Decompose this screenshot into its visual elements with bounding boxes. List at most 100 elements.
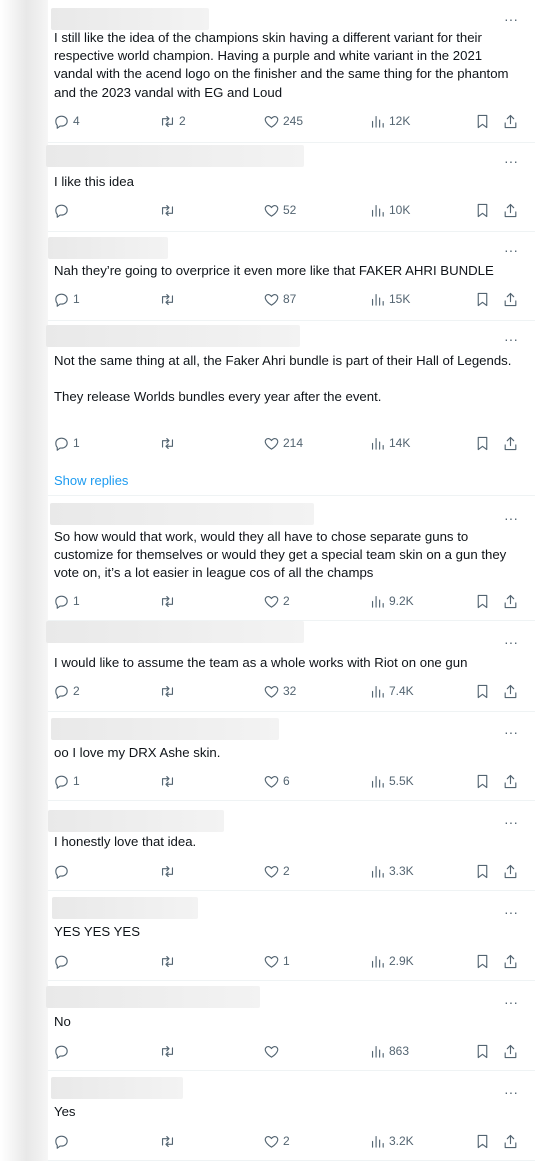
- post[interactable]: ··· Yes 2 3.2K: [48, 1070, 535, 1161]
- post-text: Not the same thing at all, the Faker Ahr…: [54, 353, 512, 405]
- reply-button[interactable]: [53, 200, 73, 220]
- more-options-button[interactable]: ···: [504, 905, 518, 919]
- repost-button[interactable]: [159, 681, 179, 701]
- share-button[interactable]: [502, 289, 519, 309]
- views-button[interactable]: 2.9K: [369, 951, 414, 971]
- post[interactable]: ··· oo I love my DRX Ashe skin. 1 6 5.5K: [48, 711, 535, 801]
- more-options-button[interactable]: ···: [504, 511, 518, 525]
- share-button[interactable]: [502, 861, 519, 881]
- share-button[interactable]: [502, 951, 519, 971]
- like-button[interactable]: 2: [263, 861, 290, 881]
- bookmark-button[interactable]: [474, 951, 491, 971]
- bookmark-button[interactable]: [474, 681, 491, 701]
- reply-button[interactable]: [53, 951, 73, 971]
- author-name-blurred: [48, 810, 224, 832]
- bookmark-button[interactable]: [474, 1131, 491, 1151]
- share-button[interactable]: [502, 1131, 519, 1151]
- bookmark-button[interactable]: [474, 200, 491, 220]
- repost-button[interactable]: [159, 951, 179, 971]
- more-options-button[interactable]: ···: [504, 635, 518, 649]
- post[interactable]: ··· So how would that work, would they a…: [48, 495, 535, 621]
- repost-button[interactable]: [159, 1041, 179, 1061]
- repost-button[interactable]: [159, 1131, 179, 1151]
- share-button[interactable]: [502, 771, 519, 791]
- views-button[interactable]: 15K: [369, 289, 410, 309]
- post-text: So how would that work, would they all h…: [54, 529, 510, 581]
- post[interactable]: ··· I honestly love that idea. 2 3.3K: [48, 800, 535, 891]
- reply-icon: [55, 865, 68, 879]
- views-button[interactable]: 863: [369, 1041, 409, 1061]
- repost-button[interactable]: [159, 591, 179, 611]
- views-button[interactable]: 3.3K: [369, 861, 414, 881]
- repost-button[interactable]: [159, 433, 179, 453]
- post[interactable]: ··· I would like to assume the team as a…: [46, 620, 535, 712]
- share-button[interactable]: [502, 111, 519, 131]
- post-actions: 1 87 15K: [48, 289, 535, 309]
- repost-button[interactable]: [159, 771, 179, 791]
- bookmark-icon: [477, 864, 488, 878]
- more-options-button[interactable]: ···: [504, 243, 518, 257]
- like-button[interactable]: 214: [263, 433, 303, 453]
- like-button[interactable]: 6: [263, 771, 290, 791]
- more-options-button[interactable]: ···: [504, 154, 518, 168]
- more-options-button[interactable]: ···: [504, 725, 518, 739]
- reply-button[interactable]: 1: [53, 433, 80, 453]
- share-icon: [504, 774, 517, 788]
- bookmark-button[interactable]: [474, 591, 491, 611]
- bookmark-button[interactable]: [474, 771, 491, 791]
- view-count: 5.5K: [389, 774, 414, 788]
- views-button[interactable]: 12K: [369, 111, 410, 131]
- share-button[interactable]: [502, 591, 519, 611]
- reply-button[interactable]: 1: [53, 289, 80, 309]
- bookmark-button[interactable]: [474, 1041, 491, 1061]
- like-count: 214: [283, 436, 304, 450]
- post[interactable]: ··· YES YES YES 1 2.9K: [48, 890, 535, 981]
- repost-button[interactable]: [159, 861, 179, 881]
- share-button[interactable]: [502, 681, 519, 701]
- view-count: 10K: [389, 203, 411, 217]
- reply-button[interactable]: 4: [53, 111, 80, 131]
- views-button[interactable]: 9.2K: [369, 591, 414, 611]
- views-button[interactable]: 10K: [369, 200, 410, 220]
- views-button[interactable]: 5.5K: [369, 771, 414, 791]
- post-actions: 2 3.3K: [48, 861, 535, 881]
- reply-button[interactable]: 2: [53, 681, 80, 701]
- post[interactable]: ··· No 863: [46, 980, 535, 1071]
- post[interactable]: ··· I still like the idea of the champio…: [48, 0, 535, 143]
- reply-button[interactable]: [53, 861, 73, 881]
- repost-button[interactable]: 2: [159, 111, 186, 131]
- reply-button[interactable]: [53, 1041, 73, 1061]
- share-button[interactable]: [502, 200, 519, 220]
- views-button[interactable]: 14K: [369, 433, 410, 453]
- bookmark-button[interactable]: [474, 861, 491, 881]
- repost-button[interactable]: [159, 289, 179, 309]
- post[interactable]: ··· Nah they’re going to overprice it ev…: [48, 231, 535, 321]
- like-button[interactable]: 2: [263, 1131, 290, 1151]
- reply-button[interactable]: 1: [53, 771, 80, 791]
- repost-button[interactable]: [159, 200, 179, 220]
- share-button[interactable]: [502, 433, 519, 453]
- bookmark-button[interactable]: [474, 111, 491, 131]
- like-button[interactable]: 1: [263, 951, 290, 971]
- views-button[interactable]: 3.2K: [369, 1131, 414, 1151]
- reply-button[interactable]: 1: [53, 591, 80, 611]
- bookmark-button[interactable]: [474, 289, 491, 309]
- show-replies-link[interactable]: Show replies: [54, 473, 128, 488]
- reply-button[interactable]: [53, 1131, 73, 1151]
- like-button[interactable]: 52: [263, 200, 296, 220]
- like-button[interactable]: 32: [263, 681, 296, 701]
- like-button[interactable]: [263, 1041, 283, 1061]
- like-button[interactable]: 87: [263, 289, 296, 309]
- views-button[interactable]: 7.4K: [369, 681, 414, 701]
- more-options-button[interactable]: ···: [504, 995, 518, 1009]
- more-options-button[interactable]: ···: [504, 12, 518, 26]
- like-button[interactable]: 245: [263, 111, 303, 131]
- more-options-button[interactable]: ···: [504, 815, 518, 829]
- like-button[interactable]: 2: [263, 591, 290, 611]
- more-options-button[interactable]: ···: [504, 332, 518, 346]
- post[interactable]: ··· I like this idea 52 10K: [46, 142, 535, 232]
- share-button[interactable]: [502, 1041, 519, 1061]
- bookmark-button[interactable]: [474, 433, 491, 453]
- more-options-button[interactable]: ···: [504, 1085, 518, 1099]
- post[interactable]: ··· Not the same thing at all, the Faker…: [46, 320, 535, 496]
